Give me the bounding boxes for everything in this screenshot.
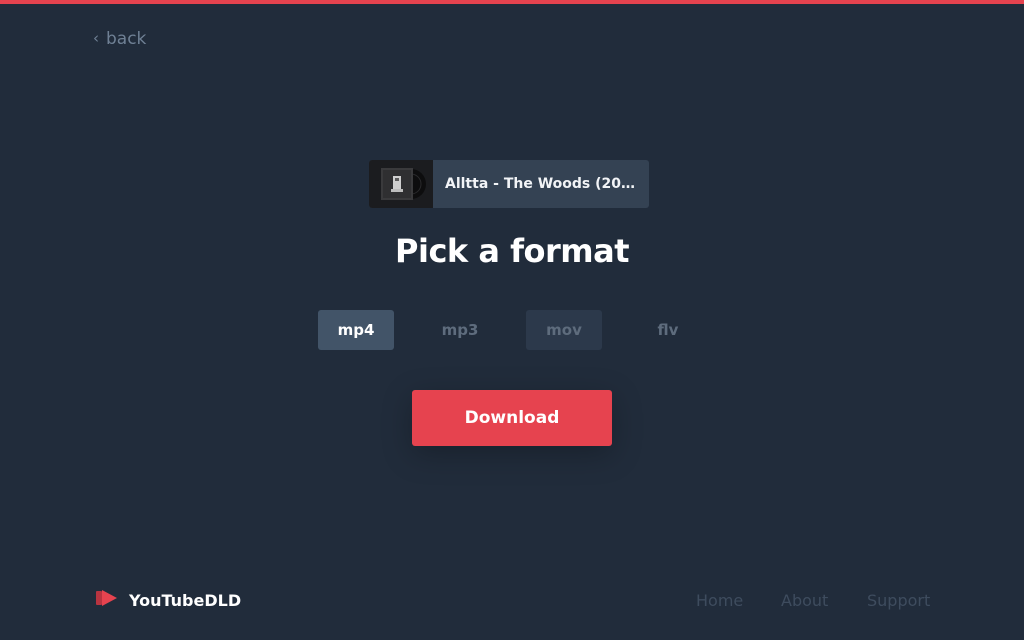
format-option-mp3[interactable]: mp3: [422, 310, 498, 350]
format-option-mp4[interactable]: mp4: [318, 310, 394, 350]
album-art-svg: [381, 168, 426, 200]
format-option-mov[interactable]: mov: [526, 310, 602, 350]
footer-link-support[interactable]: Support: [867, 591, 930, 610]
footer-link-home[interactable]: Home: [696, 591, 743, 610]
app-page: ‹ back Alltta - The Woods (20syl Remix) …: [0, 0, 1024, 640]
download-button[interactable]: Download: [412, 390, 612, 446]
format-selector: mp4 mp3 mov flv: [318, 310, 706, 350]
footer-nav: Home About Support: [0, 591, 1024, 611]
format-option-flv[interactable]: flv: [630, 310, 706, 350]
top-accent-bar: [0, 0, 1024, 4]
footer-link-about[interactable]: About: [781, 591, 828, 610]
album-art-icon: [369, 160, 433, 208]
chevron-left-icon: ‹: [93, 28, 99, 47]
page-title: Pick a format: [395, 232, 629, 270]
track-card: Alltta - The Woods (20syl Remix): [369, 160, 649, 208]
back-label: back: [106, 29, 147, 49]
track-title: Alltta - The Woods (20syl Remix): [445, 176, 649, 192]
back-link[interactable]: ‹ back: [93, 29, 146, 49]
